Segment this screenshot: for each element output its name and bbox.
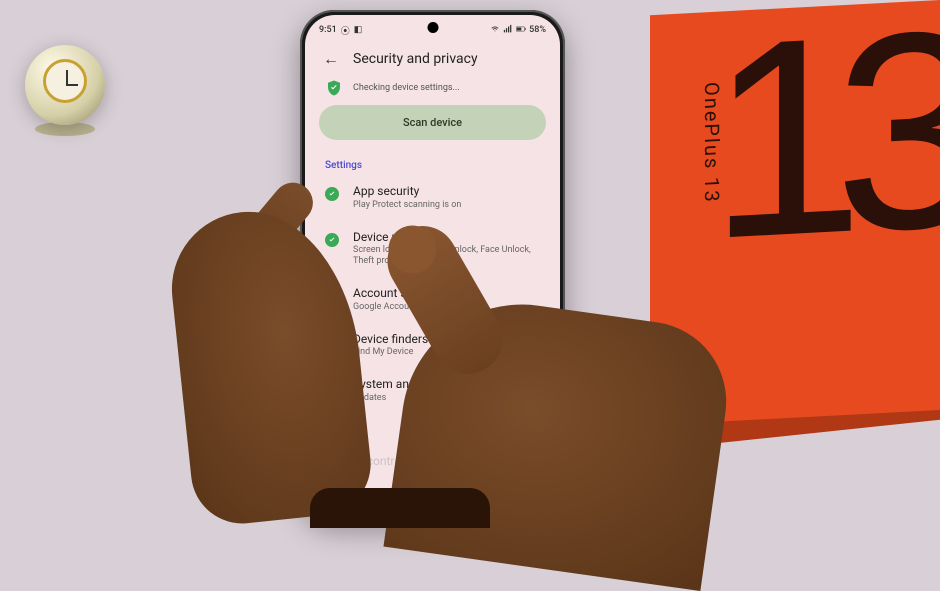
scan-device-button-label: Scan device (403, 116, 462, 129)
item-title: App security (353, 185, 540, 199)
shield-check-icon (325, 79, 343, 97)
box-model-glyph: 13 (709, 0, 940, 303)
notification-app-icon: ◧ (354, 25, 363, 35)
item-subtitle: Play Protect scanning is on (353, 200, 540, 211)
title-bar: ← Security and privacy (305, 41, 560, 79)
battery-percentage: 58% (529, 25, 546, 35)
scan-status-text: Checking device settings... (353, 83, 460, 93)
scan-device-button[interactable]: Scan device (319, 105, 546, 140)
scan-card: Checking device settings... Scan device (319, 79, 546, 140)
battery-icon (516, 24, 526, 37)
settings-section-label: Settings (305, 144, 560, 175)
wrist-shadow (310, 488, 490, 528)
camera-hole (427, 22, 438, 33)
wifi-icon (490, 24, 500, 37)
status-check-icon (325, 233, 339, 247)
signal-icon (503, 24, 513, 37)
notification-dot-icon: ⦿ (341, 24, 350, 37)
item-app-security[interactable]: App security Play Protect scanning is on (305, 175, 560, 221)
back-arrow-icon[interactable]: ← (323, 49, 339, 69)
desk-clock (25, 45, 105, 125)
clock-time: 9:51 (319, 25, 337, 35)
status-check-icon (325, 187, 339, 201)
page-title: Security and privacy (353, 51, 478, 67)
